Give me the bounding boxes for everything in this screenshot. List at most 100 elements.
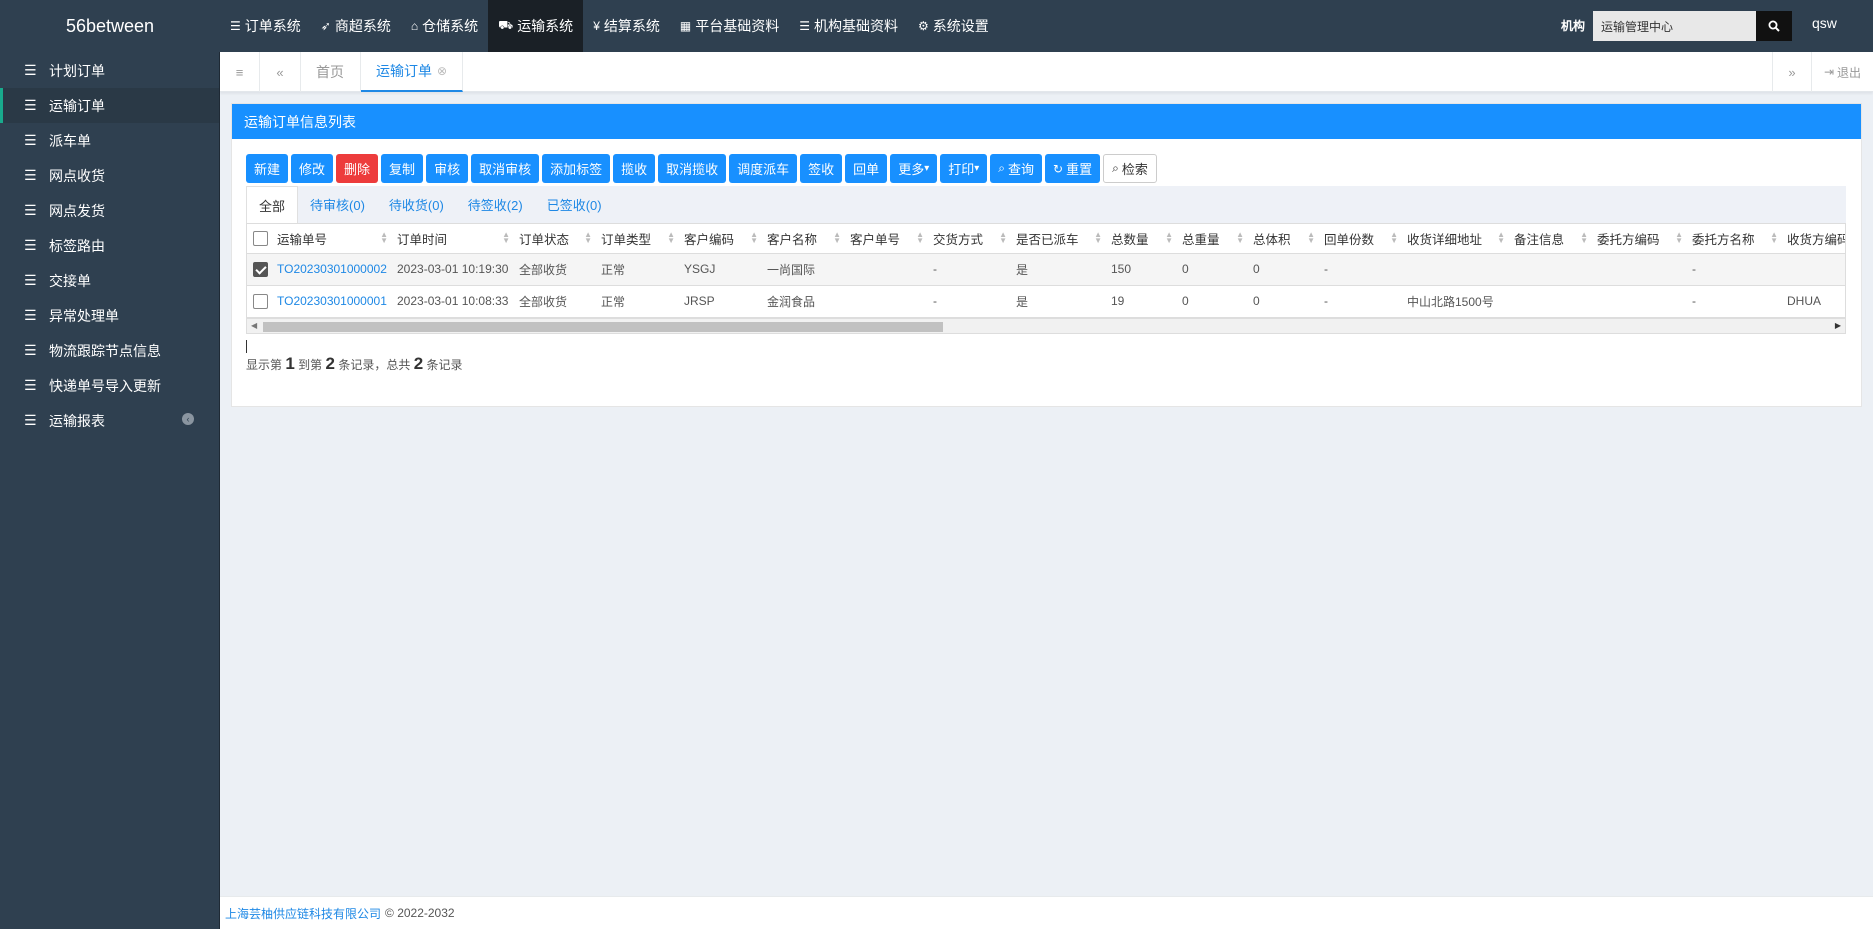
sort-icon[interactable]: ▲ ▼ bbox=[1497, 231, 1505, 245]
sidebar-item[interactable]: ☰ 异常处理单 bbox=[0, 298, 219, 333]
toolbar-button[interactable]: 取消揽收 bbox=[658, 154, 727, 183]
scroll-right-arrow-icon[interactable]: ▶ bbox=[1835, 321, 1841, 330]
toolbar-button[interactable]: 复制 bbox=[381, 154, 424, 183]
order-number-link[interactable]: TO20230301000001 bbox=[277, 294, 387, 308]
topnav-item[interactable]: ☰ 订单系统 bbox=[220, 0, 311, 52]
sort-icon[interactable]: ▲ ▼ bbox=[750, 231, 758, 245]
status-tab[interactable]: 待审核(0) bbox=[298, 186, 377, 223]
order-number-link[interactable]: TO20230301000002 bbox=[277, 262, 387, 276]
column-header[interactable]: 客户编码 ▲ ▼ bbox=[678, 224, 761, 254]
sidebar-item[interactable]: ☰ 网点收货 bbox=[0, 158, 219, 193]
sort-icon[interactable]: ▲ ▼ bbox=[1770, 231, 1778, 245]
toolbar-button[interactable]: 修改 bbox=[291, 154, 334, 183]
table-row[interactable]: TO20230301000002 2023-03-01 10:19:30 全部收货正… bbox=[247, 253, 1845, 286]
column-header[interactable]: 委托方名称 ▲ ▼ bbox=[1686, 224, 1781, 254]
sidebar-item[interactable]: ☰ 物流跟踪节点信息 bbox=[0, 333, 219, 368]
toolbar-button[interactable]: ⌕ 查询 bbox=[990, 154, 1043, 183]
tab-scroll-right-button[interactable]: » bbox=[1772, 52, 1812, 92]
toolbar-button[interactable]: 回单 bbox=[845, 154, 888, 183]
horizontal-scrollbar[interactable]: ◀ ▶ bbox=[247, 317, 1845, 333]
sort-icon[interactable]: ▲ ▼ bbox=[1580, 231, 1588, 245]
toolbar-button[interactable]: 删除 bbox=[336, 154, 379, 183]
table-row[interactable]: TO20230301000001 2023-03-01 10:08:33 全部收货正… bbox=[247, 285, 1845, 318]
topnav-item[interactable]: ➶ 商超系统 bbox=[311, 0, 401, 52]
tab-home[interactable]: 首页 bbox=[301, 52, 361, 92]
sidebar-item[interactable]: ☰ 快递单号导入更新 bbox=[0, 368, 219, 403]
column-header[interactable]: 订单类型 ▲ ▼ bbox=[595, 224, 678, 254]
toolbar-button[interactable]: 取消审核 bbox=[471, 154, 540, 183]
sort-icon[interactable]: ▲ ▼ bbox=[833, 231, 841, 245]
user-menu[interactable]: qsw bbox=[1812, 15, 1837, 31]
sort-icon[interactable]: ▲ ▼ bbox=[1675, 231, 1683, 245]
column-header[interactable]: 是否已派车 ▲ ▼ bbox=[1010, 224, 1105, 254]
column-header[interactable]: 总重量 ▲ ▼ bbox=[1176, 224, 1247, 254]
sidebar-item[interactable]: ☰ 计划订单 bbox=[0, 53, 219, 88]
column-header[interactable]: 订单状态 ▲ ▼ bbox=[513, 224, 595, 254]
column-header[interactable]: 客户单号 ▲ ▼ bbox=[844, 224, 927, 254]
topnav-item[interactable]: ☰ 机构基础资料 bbox=[789, 0, 908, 52]
row-checkbox-cell[interactable] bbox=[247, 253, 271, 286]
column-header[interactable]: 总体积 ▲ ▼ bbox=[1247, 224, 1318, 254]
sort-icon[interactable]: ▲ ▼ bbox=[667, 231, 675, 245]
toolbar-button[interactable]: ⌕ 检索 bbox=[1103, 154, 1157, 183]
toolbar-button[interactable]: 调度派车 bbox=[729, 154, 798, 183]
column-header[interactable]: 总数量 ▲ ▼ bbox=[1105, 224, 1176, 254]
sidebar-item[interactable]: ☰ 运输报表 ‹ bbox=[0, 403, 219, 438]
scrollbar-thumb[interactable] bbox=[263, 321, 943, 332]
sort-icon[interactable]: ▲ ▼ bbox=[380, 231, 388, 245]
toolbar-button[interactable]: 新建 bbox=[246, 154, 289, 183]
topnav-item[interactable]: ⚙ 系统设置 bbox=[908, 0, 999, 52]
table-cell[interactable]: TO20230301000002 bbox=[271, 253, 391, 286]
row-checkbox[interactable] bbox=[253, 293, 268, 309]
toolbar-button[interactable]: 揽收 bbox=[613, 154, 656, 183]
status-tab[interactable]: 待收货(0) bbox=[377, 186, 456, 223]
sort-icon[interactable]: ▲ ▼ bbox=[1094, 231, 1102, 245]
close-icon[interactable]: ⊗ bbox=[437, 64, 447, 78]
scroll-left-arrow-icon[interactable]: ◀ bbox=[251, 321, 257, 330]
sidebar-item[interactable]: ☰ 运输订单 bbox=[0, 88, 219, 123]
column-header[interactable]: 订单时间 ▲ ▼ bbox=[391, 224, 513, 254]
sort-icon[interactable]: ▲ ▼ bbox=[1236, 231, 1244, 245]
topnav-item[interactable]: ¥ 结算系统 bbox=[583, 0, 670, 52]
topnav-item[interactable]: ▦ 平台基础资料 bbox=[670, 0, 789, 52]
sidebar-item[interactable]: ☰ 交接单 bbox=[0, 263, 219, 298]
sidebar-item[interactable]: ☰ 标签路由 bbox=[0, 228, 219, 263]
logout-button[interactable]: ⇥ 退出 bbox=[1812, 52, 1873, 92]
topnav-item[interactable]: ⌂ 仓储系统 bbox=[401, 0, 488, 52]
sort-icon[interactable]: ▲ ▼ bbox=[1165, 231, 1173, 245]
sidebar-item[interactable]: ☰ 派车单 bbox=[0, 123, 219, 158]
column-header[interactable]: 交货方式 ▲ ▼ bbox=[927, 224, 1010, 254]
select-all-checkbox-cell[interactable] bbox=[247, 224, 271, 254]
column-header[interactable]: 客户名称 ▲ ▼ bbox=[761, 224, 844, 254]
column-header[interactable]: 回单份数 ▲ ▼ bbox=[1318, 224, 1401, 254]
sort-icon[interactable]: ▲ ▼ bbox=[916, 231, 924, 245]
toolbar-button[interactable]: 审核 bbox=[426, 154, 469, 183]
topnav-item[interactable]: ⛟ 运输系统 bbox=[488, 0, 584, 52]
company-link[interactable]: 上海芸柚供应链科技有限公司 bbox=[225, 905, 381, 922]
org-input[interactable] bbox=[1593, 11, 1756, 41]
org-search-button[interactable] bbox=[1756, 11, 1792, 41]
status-tab[interactable]: 全部 bbox=[246, 186, 299, 223]
sort-icon[interactable]: ▲ ▼ bbox=[502, 231, 510, 245]
sort-icon[interactable]: ▲ ▼ bbox=[584, 231, 592, 245]
column-header[interactable]: 收货详细地址 ▲ ▼ bbox=[1401, 224, 1508, 254]
brand-logo[interactable]: 56between bbox=[0, 0, 220, 52]
toolbar-button[interactable]: ↻ 重置 bbox=[1045, 154, 1101, 183]
toolbar-button[interactable]: 打印 ▾ bbox=[940, 154, 988, 183]
toolbar-button[interactable]: 签收 bbox=[800, 154, 843, 183]
select-all-checkbox[interactable] bbox=[253, 230, 268, 246]
sort-icon[interactable]: ▲ ▼ bbox=[1390, 231, 1398, 245]
table-cell[interactable]: TO20230301000001 bbox=[271, 285, 391, 318]
tab-scroll-left-button[interactable]: « bbox=[260, 52, 301, 92]
sort-icon[interactable]: ▲ ▼ bbox=[999, 231, 1007, 245]
column-header[interactable]: 委托方编码 ▲ ▼ bbox=[1591, 224, 1686, 254]
column-header[interactable]: 备注信息 ▲ ▼ bbox=[1508, 224, 1591, 254]
sidebar-item[interactable]: ☰ 网点发货 bbox=[0, 193, 219, 228]
column-header[interactable]: 收货方编码▲▼ bbox=[1781, 224, 1845, 254]
tab-transport-order[interactable]: 运输订单 ⊗ bbox=[361, 52, 464, 92]
menu-toggle-button[interactable]: ≡ bbox=[220, 52, 260, 92]
toolbar-button[interactable]: 添加标签 bbox=[542, 154, 611, 183]
column-header[interactable]: 运输单号 ▲ ▼ bbox=[271, 224, 391, 254]
status-tab[interactable]: 已签收(0) bbox=[535, 186, 614, 223]
row-checkbox-cell[interactable] bbox=[247, 285, 271, 318]
